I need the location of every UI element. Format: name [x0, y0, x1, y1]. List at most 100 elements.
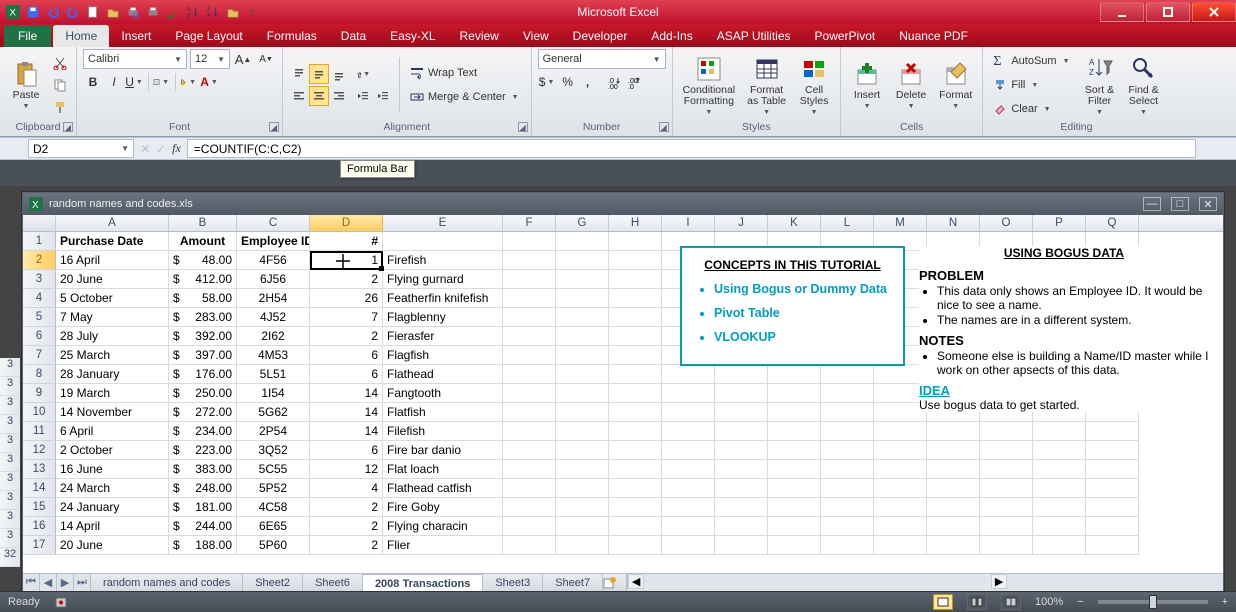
- cell[interactable]: [556, 384, 609, 403]
- cell[interactable]: [768, 536, 821, 555]
- cell[interactable]: [927, 536, 980, 555]
- cell[interactable]: 28 July: [56, 327, 169, 346]
- format-painter-button[interactable]: [50, 97, 70, 117]
- column-header[interactable]: I: [662, 215, 715, 231]
- cell[interactable]: [556, 346, 609, 365]
- cell-rows[interactable]: 1Purchase DateAmountEmployee ID# 216 Apr…: [23, 232, 1223, 555]
- cell[interactable]: [662, 536, 715, 555]
- cell[interactable]: Fire bar danio: [383, 441, 503, 460]
- cell[interactable]: Fire Goby: [383, 498, 503, 517]
- insert-cells-button[interactable]: Insert▼: [847, 50, 887, 120]
- cell[interactable]: [768, 403, 821, 422]
- sheet-tab-active[interactable]: 2008 Transactions: [363, 574, 483, 592]
- sheet-tab[interactable]: Sheet3: [483, 574, 543, 591]
- copy-button[interactable]: [50, 75, 70, 95]
- fill-button[interactable]: Fill▼: [989, 74, 1075, 96]
- cell[interactable]: [609, 251, 662, 270]
- cell[interactable]: [715, 517, 768, 536]
- tab-powerpivot[interactable]: PowerPivot: [803, 25, 888, 47]
- cell[interactable]: Featherfin knifefish: [383, 289, 503, 308]
- cell[interactable]: [768, 422, 821, 441]
- cell[interactable]: [609, 403, 662, 422]
- zoom-level[interactable]: 100%: [1035, 596, 1063, 608]
- sheet-tab[interactable]: random names and codes: [91, 574, 243, 591]
- prev-sheet-button[interactable]: ◀: [40, 574, 57, 591]
- column-header[interactable]: N: [927, 215, 980, 231]
- qat-customize-icon[interactable]: ▼: [246, 9, 257, 16]
- last-sheet-button[interactable]: ⏭: [74, 574, 91, 591]
- row-header[interactable]: 11: [23, 422, 56, 441]
- cell[interactable]: 4: [310, 479, 383, 498]
- underline-button[interactable]: U▼: [125, 72, 145, 92]
- column-header[interactable]: G: [556, 215, 609, 231]
- row-header[interactable]: 5: [23, 308, 56, 327]
- column-header[interactable]: E: [383, 215, 503, 231]
- table-row[interactable]: 1424 March248.005P524Flathead catfish: [23, 479, 1223, 498]
- cell[interactable]: [662, 403, 715, 422]
- row-header[interactable]: 7: [23, 346, 56, 365]
- cell[interactable]: 272.00: [169, 403, 237, 422]
- conditional-formatting-button[interactable]: Conditional Formatting▼: [679, 50, 740, 120]
- page-layout-view-button[interactable]: [967, 594, 987, 610]
- cell[interactable]: [1086, 517, 1139, 536]
- cell[interactable]: 181.00: [169, 498, 237, 517]
- merge-center-button[interactable]: Merge & Center▼: [406, 86, 525, 108]
- cell[interactable]: 7 May: [56, 308, 169, 327]
- cell[interactable]: 5P52: [237, 479, 310, 498]
- cell[interactable]: 6: [310, 441, 383, 460]
- sort-filter-button[interactable]: AZSort & Filter▼: [1080, 50, 1120, 120]
- cell[interactable]: 14 April: [56, 517, 169, 536]
- decrease-decimal-button[interactable]: .00.0: [624, 72, 644, 92]
- cell[interactable]: Flathead: [383, 365, 503, 384]
- cell[interactable]: Firefish: [383, 251, 503, 270]
- tab-add-ins[interactable]: Add-Ins: [639, 25, 704, 47]
- new-icon[interactable]: [86, 5, 100, 19]
- cell[interactable]: [821, 460, 874, 479]
- column-header[interactable]: M: [874, 215, 927, 231]
- cell[interactable]: [662, 384, 715, 403]
- cell[interactable]: 12: [310, 460, 383, 479]
- cell[interactable]: 4F56: [237, 251, 310, 270]
- redo-icon[interactable]: [66, 5, 80, 19]
- cell[interactable]: Flier: [383, 536, 503, 555]
- cell[interactable]: [715, 460, 768, 479]
- shrink-font-button[interactable]: A▼: [256, 49, 276, 69]
- cell[interactable]: 383.00: [169, 460, 237, 479]
- cell[interactable]: 5C55: [237, 460, 310, 479]
- cell[interactable]: 223.00: [169, 441, 237, 460]
- cell[interactable]: [1033, 517, 1086, 536]
- column-header[interactable]: K: [768, 215, 821, 231]
- cell[interactable]: [821, 441, 874, 460]
- cell[interactable]: Flagfish: [383, 346, 503, 365]
- zoom-in-button[interactable]: +: [1222, 596, 1228, 608]
- cell[interactable]: 2 October: [56, 441, 169, 460]
- row-header[interactable]: 13: [23, 460, 56, 479]
- cell[interactable]: [715, 384, 768, 403]
- table-row[interactable]: 1720 June188.005P602Flier: [23, 536, 1223, 555]
- cell[interactable]: [503, 365, 556, 384]
- spellcheck-icon[interactable]: abc: [166, 5, 180, 19]
- cell[interactable]: [503, 498, 556, 517]
- cell[interactable]: Flathead catfish: [383, 479, 503, 498]
- cell[interactable]: [715, 403, 768, 422]
- cell[interactable]: 2: [310, 327, 383, 346]
- row-header[interactable]: 14: [23, 479, 56, 498]
- cancel-formula-icon[interactable]: ✕: [140, 142, 150, 156]
- row-header[interactable]: 1: [23, 232, 56, 251]
- cell[interactable]: 5 October: [56, 289, 169, 308]
- cell[interactable]: [874, 422, 927, 441]
- cell[interactable]: 1I54: [237, 384, 310, 403]
- worksheet-grid[interactable]: ABCDEFGHIJKLMNOPQ 1Purchase DateAmountEm…: [23, 215, 1223, 573]
- cell[interactable]: [715, 498, 768, 517]
- cell[interactable]: [980, 460, 1033, 479]
- column-header[interactable]: A: [56, 215, 169, 231]
- cell[interactable]: [980, 441, 1033, 460]
- tab-easy-xl[interactable]: Easy-XL: [378, 25, 447, 47]
- cell[interactable]: 188.00: [169, 536, 237, 555]
- cell[interactable]: [980, 422, 1033, 441]
- minimize-button[interactable]: [1100, 2, 1144, 22]
- cell[interactable]: 6: [310, 346, 383, 365]
- cell[interactable]: [768, 460, 821, 479]
- cell[interactable]: [1033, 536, 1086, 555]
- cell[interactable]: [1086, 441, 1139, 460]
